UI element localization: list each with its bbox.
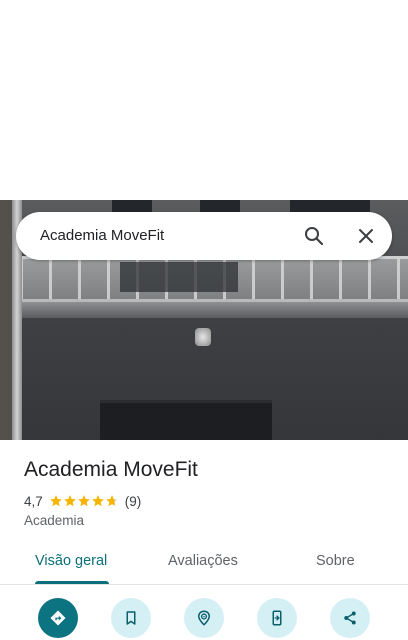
share-icon (344, 611, 356, 625)
review-count[interactable]: (9) (125, 494, 142, 509)
rating-value: 4,7 (24, 493, 43, 509)
search-input[interactable]: Academia MoveFit (40, 227, 164, 244)
share-button[interactable] (330, 598, 370, 638)
search-icon[interactable] (302, 224, 326, 248)
close-icon[interactable] (354, 224, 378, 248)
directions-button[interactable] (38, 598, 78, 638)
rating-stars (49, 494, 119, 508)
tab-about[interactable]: Sobre (316, 553, 355, 569)
send-to-phone-icon (272, 610, 282, 626)
tab-overview[interactable]: Visão geral (35, 553, 107, 569)
tab-reviews[interactable]: Avaliações (168, 553, 238, 569)
star-icon (49, 495, 62, 507)
tab-bar: Visão geral Avaliações Sobre (0, 540, 408, 585)
send-to-phone-button[interactable] (257, 598, 297, 638)
bookmark-icon (126, 611, 136, 625)
star-icon (77, 495, 90, 507)
save-button[interactable] (111, 598, 151, 638)
place-category[interactable]: Academia (24, 513, 84, 528)
maps-place-sheet: Academia MoveFit Academia MoveFit 4,7 (9… (0, 0, 408, 640)
star-icon (63, 495, 76, 507)
place-title: Academia MoveFit (24, 458, 198, 481)
rating-row[interactable]: 4,7 (9) (24, 492, 141, 510)
star-icon (91, 495, 104, 507)
nearby-button[interactable] (184, 598, 224, 638)
star-icon (105, 495, 118, 507)
action-buttons (0, 598, 408, 640)
map-area[interactable] (0, 0, 408, 200)
search-bar[interactable]: Academia MoveFit (16, 212, 392, 260)
directions-icon (50, 610, 66, 626)
nearby-icon (197, 610, 211, 626)
active-tab-indicator (35, 581, 109, 584)
